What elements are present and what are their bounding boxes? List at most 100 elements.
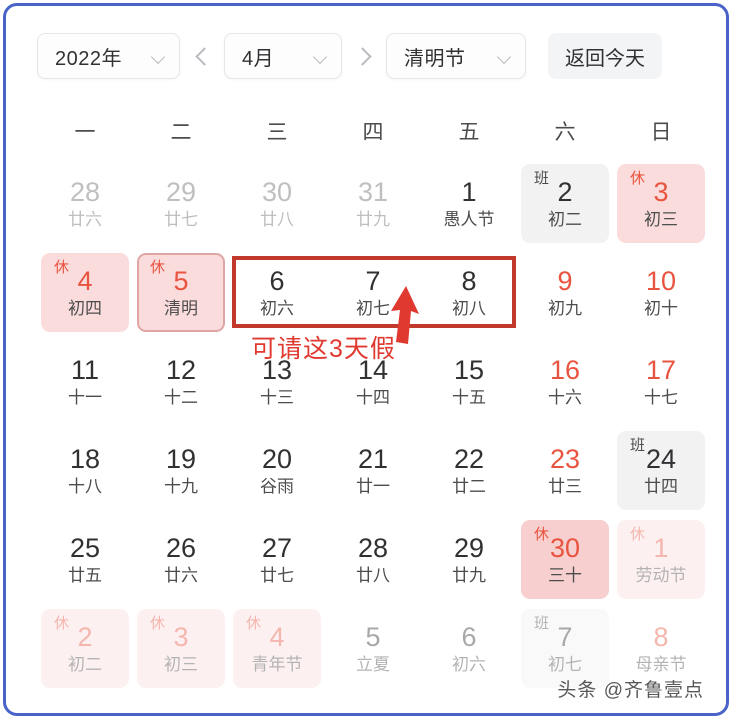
day-cell[interactable]: 休 3 初三 [133,604,229,693]
day-cell-inner: 30 廿八 [233,164,321,243]
day-cell[interactable]: 27 廿七 [229,515,325,604]
day-cell[interactable]: 28 廿八 [325,515,421,604]
day-cell-inner: 25 廿五 [41,520,129,599]
day-cell[interactable]: 25 廿五 [37,515,133,604]
festival-select[interactable]: 清明节 [386,33,526,79]
back-to-today-button[interactable]: 返回今天 [548,33,662,79]
day-cell[interactable]: 6 初六 [229,248,325,337]
day-number: 6 [269,265,285,296]
lunar-label: 十一 [68,387,102,407]
day-cell[interactable]: 休 2 初二 [37,604,133,693]
day-cell-inner: 休 3 初三 [617,164,705,243]
day-cell[interactable]: 休 4 初四 [37,248,133,337]
day-number: 9 [557,265,573,296]
day-cell[interactable]: 10 初十 [613,248,709,337]
lunar-label: 青年节 [251,654,303,674]
day-cell[interactable]: 20 谷雨 [229,426,325,515]
rest-badge: 休 [54,615,70,632]
festival-select-value: 清明节 [404,47,466,70]
day-cell-inner: 26 廿六 [137,520,225,599]
day-number: 22 [453,443,485,474]
weekday-label-0: 一 [74,121,96,144]
lunar-label: 三十 [548,565,582,585]
day-number: 28 [69,176,101,207]
lunar-label: 十三 [260,387,294,407]
day-cell[interactable]: 16 十六 [517,337,613,426]
day-cell[interactable]: 7 初七 [325,248,421,337]
lunar-label: 初四 [68,298,102,318]
day-cell-inner: 29 廿七 [137,164,225,243]
day-cell[interactable]: 休 3 初三 [613,159,709,248]
day-cell-inner: 9 初九 [521,253,609,332]
prev-month-button[interactable] [180,34,224,78]
lunar-label: 廿七 [260,565,294,585]
day-cell-inner: 班 2 初二 [521,164,609,243]
lunar-label: 廿二 [452,476,486,496]
day-cell[interactable]: 15 十五 [421,337,517,426]
day-cell[interactable]: 29 廿七 [133,159,229,248]
day-cell[interactable]: 28 廿六 [37,159,133,248]
day-number: 10 [645,265,677,296]
day-cell-inner: 29 廿九 [425,520,513,599]
day-cell-inner: 27 廿七 [233,520,321,599]
next-month-button[interactable] [342,34,386,78]
lunar-label: 初九 [548,298,582,318]
day-number: 21 [357,443,389,474]
day-cell[interactable]: 班 2 初二 [517,159,613,248]
lunar-label: 初七 [356,298,390,318]
rest-badge: 休 [150,259,166,276]
work-badge: 班 [534,170,550,187]
day-cell[interactable]: 18 十八 [37,426,133,515]
day-cell-inner: 23 廿三 [521,431,609,510]
day-cell[interactable]: 9 初九 [517,248,613,337]
day-cell-inner: 10 初十 [617,253,705,332]
lunar-label: 廿八 [356,565,390,585]
day-cell[interactable]: 休 4 青年节 [229,604,325,693]
year-select[interactable]: 2022年 [37,33,180,79]
day-cell[interactable]: 19 十九 [133,426,229,515]
day-cell[interactable]: 休 5 清明 [133,248,229,337]
day-cell[interactable]: 6 初六 [421,604,517,693]
day-cell[interactable]: 5 立夏 [325,604,421,693]
day-cell-inner: 12 十二 [137,342,225,421]
chevron-down-icon [152,52,166,61]
watermark: 头条 @齐鲁壹点 [557,680,704,701]
lunar-label: 立夏 [356,654,390,674]
day-cell[interactable]: 22 廿二 [421,426,517,515]
chevron-left-icon [194,46,214,66]
lunar-label: 初二 [548,209,582,229]
day-cell[interactable]: 23 廿三 [517,426,613,515]
day-number: 8 [653,621,669,652]
day-number: 26 [165,532,197,563]
lunar-label: 初十 [644,298,678,318]
day-cell[interactable]: 12 十二 [133,337,229,426]
day-cell[interactable]: 1 愚人节 [421,159,517,248]
calendar-window: 2022年 4月 清明节 返回今天 一二三四五六日 28 廿六 29 廿七 30 廿八 31… [3,3,729,716]
day-cell-inner: 班 24 廿四 [617,431,705,510]
day-number: 19 [165,443,197,474]
day-cell[interactable]: 休 30 三十 [517,515,613,604]
lunar-label: 谷雨 [260,476,294,496]
day-number: 31 [357,176,389,207]
day-cell-inner: 6 初六 [233,253,321,332]
lunar-label: 廿九 [356,209,390,229]
day-cell[interactable]: 21 廿一 [325,426,421,515]
day-cell[interactable]: 26 廿六 [133,515,229,604]
day-cell[interactable]: 29 廿九 [421,515,517,604]
day-cell[interactable]: 17 十七 [613,337,709,426]
day-cell-inner: 1 愚人节 [425,164,513,243]
day-cell[interactable]: 31 廿九 [325,159,421,248]
lunar-label: 廿一 [356,476,390,496]
day-cell[interactable]: 30 廿八 [229,159,325,248]
day-cell[interactable]: 班 24 廿四 [613,426,709,515]
day-number: 28 [357,532,389,563]
day-number: 23 [549,443,581,474]
work-badge: 班 [534,615,550,632]
day-cell-inner: 22 廿二 [425,431,513,510]
day-cell[interactable]: 8 初八 [421,248,517,337]
day-cell[interactable]: 休 1 劳动节 [613,515,709,604]
day-cell[interactable]: 11 十一 [37,337,133,426]
day-number: 17 [645,354,677,385]
month-select[interactable]: 4月 [224,33,342,79]
day-cell-inner: 17 十七 [617,342,705,421]
